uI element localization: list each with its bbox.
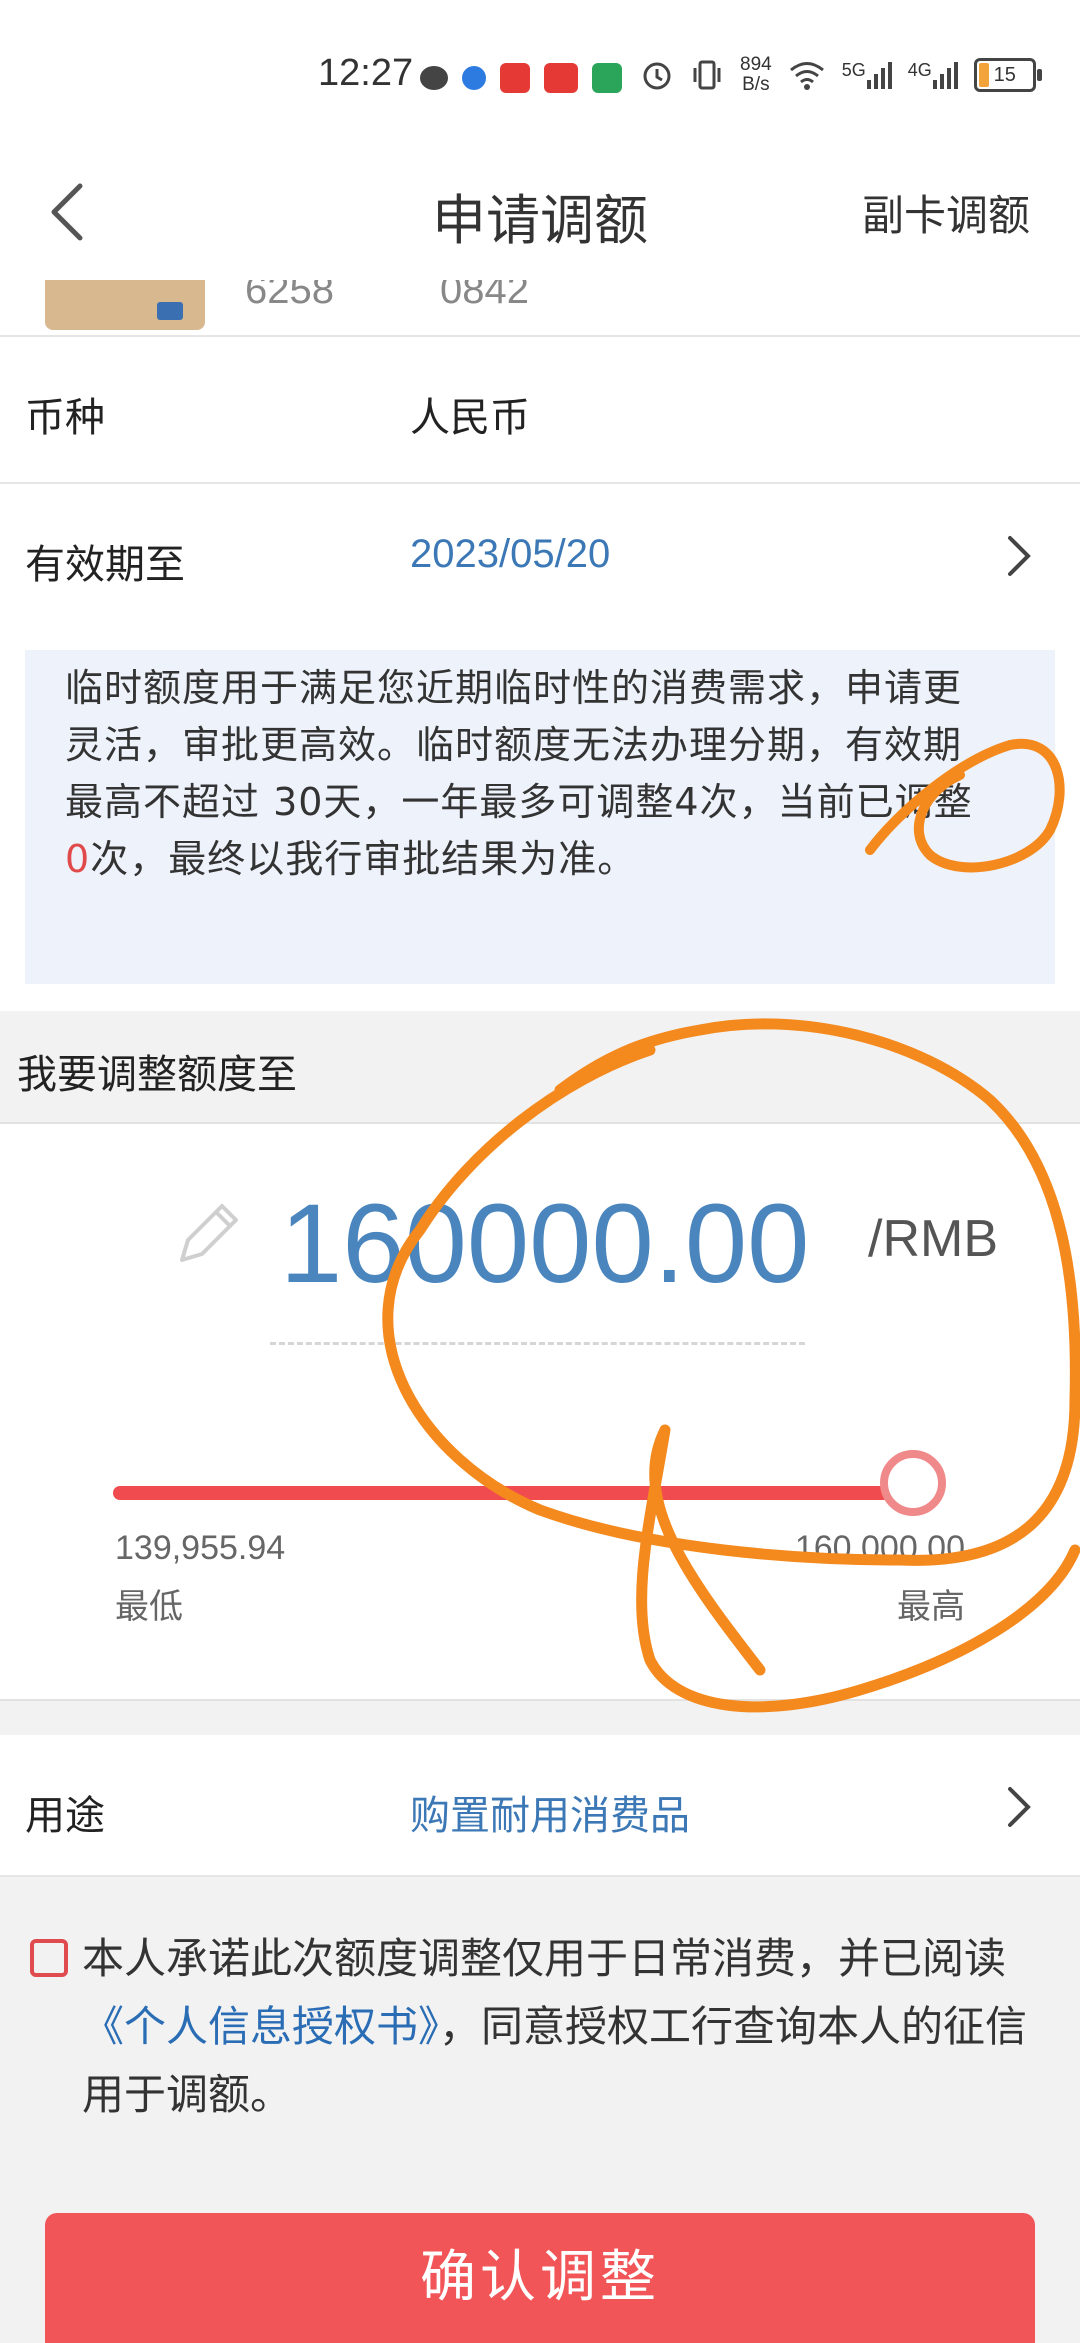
validity-label: 有效期至 [25,542,185,588]
signal-icon: 4G [908,60,958,90]
secondary-card-adjust-button[interactable]: 副卡调额 [862,182,1030,243]
status-time: 12:27 [318,52,414,94]
validity-row[interactable]: 有效期至 2023/05/20 [0,484,1080,629]
adjust-count: 0 [65,837,91,881]
vibrate-icon [693,60,721,90]
amount-input[interactable]: 160000.00 [280,1179,809,1308]
amount-unit: /RMB [868,1210,998,1268]
bank-card-image [45,280,205,330]
min-limit-value: 139,955.94 [115,1529,286,1567]
status-bar: 12:27 894 B/s 5G 4G 15 [0,0,1080,150]
unionpay-icon [157,302,183,320]
max-limit-value: 160,000.00 [794,1529,965,1567]
authorization-link[interactable]: 《个人信息授权书》 [82,2002,439,2051]
net-speed: 894 B/s [740,54,772,95]
chevron-right-icon [1008,1787,1031,1827]
notice-text: 临时额度用于满足您近期临时性的消费需求，申请更灵活，审批更高效。临时额度无法办理… [65,666,973,881]
validity-date[interactable]: 2023/05/20 [410,532,610,577]
purpose-label: 用途 [25,1793,105,1839]
max-limit-label: 最高 [897,1587,965,1627]
adjust-heading: 我要调整额度至 [0,1012,1080,1124]
limit-slider-track[interactable] [113,1486,913,1500]
purpose-row[interactable]: 用途 购置耐用消费品 [0,1735,1080,1877]
notes-icon [500,63,530,93]
shopping-icon [544,63,578,93]
video-icon [592,63,622,93]
pencil-icon [180,1204,238,1262]
currency-label: 币种 [25,395,105,441]
signal-icon: 5G [842,60,892,90]
amount-panel: 160000.00 /RMB 139,955.94 最低 160,000.00 … [0,1124,1080,1701]
card-number-part: 6258 [245,280,334,312]
adjust-heading-text: 我要调整额度至 [17,1052,297,1098]
nav-bar: 申请调额 副卡调额 [0,150,1080,280]
confirm-adjust-button[interactable]: 确认调整 [45,2213,1035,2343]
min-limit-label: 最低 [115,1587,183,1627]
system-status: 894 B/s 5G 4G 15 [640,50,1042,100]
currency-row: 币种 人民币 [0,337,1080,484]
wifi-icon [789,62,824,90]
agreement-checkbox[interactable] [30,1939,68,1977]
card-summary: 6258 0842 [0,280,1080,337]
notification-icons [420,56,622,100]
battery-icon: 15 [973,58,1042,92]
agreement-text: 本人承诺此次额度调整仅用于日常消费，并已阅读《个人信息授权书》，同意授权工行查询… [82,1934,1028,2119]
browser-icon [462,66,486,90]
amount-underline [270,1342,805,1345]
alarm-icon [643,62,671,90]
chevron-right-icon [1008,536,1031,576]
card-number-part: 0842 [440,280,529,312]
wechat-icon [420,66,448,90]
currency-value: 人民币 [410,395,530,441]
purpose-value[interactable]: 购置耐用消费品 [410,1783,690,1841]
limit-slider-handle[interactable] [880,1450,946,1516]
